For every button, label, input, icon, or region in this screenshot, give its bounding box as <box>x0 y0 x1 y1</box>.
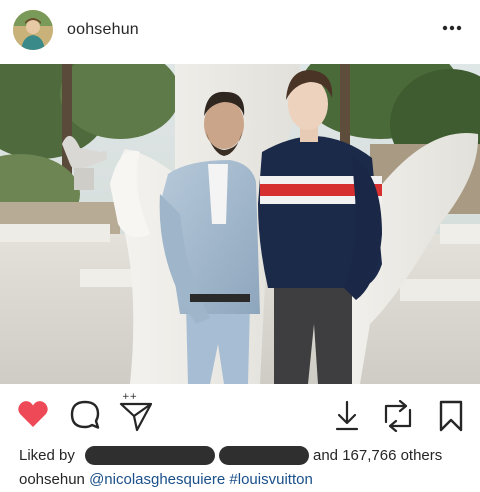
caption-hashtag[interactable]: #louisvuitton <box>229 471 312 488</box>
post-caption: oohsehun @nicolasghesquiere #louisvuitto… <box>19 471 313 489</box>
avatar-image <box>13 10 53 50</box>
svg-text:++: ++ <box>122 392 137 402</box>
redacted-username <box>219 446 309 465</box>
heart-icon[interactable] <box>17 399 49 429</box>
avatar[interactable] <box>13 10 53 50</box>
bookmark-icon[interactable] <box>438 400 464 432</box>
post-image[interactable] <box>0 64 480 384</box>
post-header: oohsehun <box>0 0 480 64</box>
caption-mention[interactable]: @nicolasghesquiere <box>89 471 225 488</box>
post-photo <box>0 64 480 384</box>
download-icon[interactable] <box>334 400 360 432</box>
post-username[interactable]: oohsehun <box>67 21 139 39</box>
likes-prefix: Liked by <box>19 447 75 464</box>
caption-username[interactable]: oohsehun <box>19 471 85 488</box>
post-action-bar: ++ <box>0 388 480 444</box>
likes-summary[interactable]: Liked by and 167,766 others <box>19 446 459 468</box>
direct-share-icon[interactable]: ++ <box>118 390 154 432</box>
repost-icon[interactable] <box>380 400 416 432</box>
redacted-username <box>85 446 215 465</box>
likes-count-text: and 167,766 others <box>313 447 443 464</box>
more-options-icon[interactable] <box>440 18 464 38</box>
comment-icon[interactable] <box>70 400 100 430</box>
